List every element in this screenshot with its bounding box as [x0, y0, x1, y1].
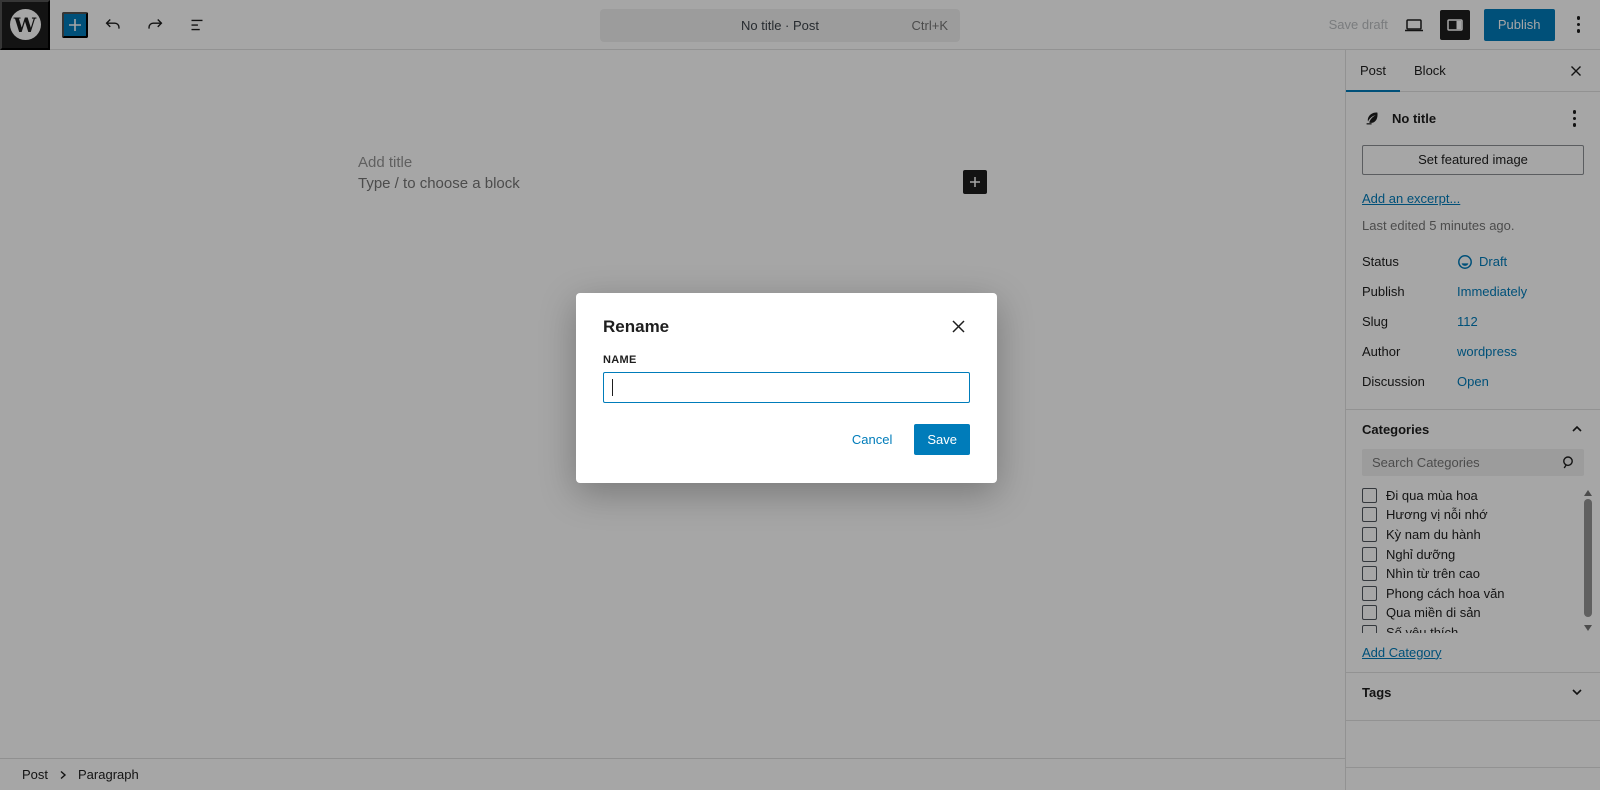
close-icon: [949, 317, 968, 336]
name-field-label: NAME: [603, 354, 970, 366]
modal-title: Rename: [603, 317, 669, 337]
rename-modal: Rename NAME Cancel Save: [576, 293, 997, 483]
cancel-button[interactable]: Cancel: [852, 432, 892, 447]
modal-close-button[interactable]: [947, 315, 970, 338]
rename-name-input[interactable]: [603, 372, 970, 403]
text-caret: [612, 379, 613, 396]
save-button[interactable]: Save: [914, 424, 970, 455]
